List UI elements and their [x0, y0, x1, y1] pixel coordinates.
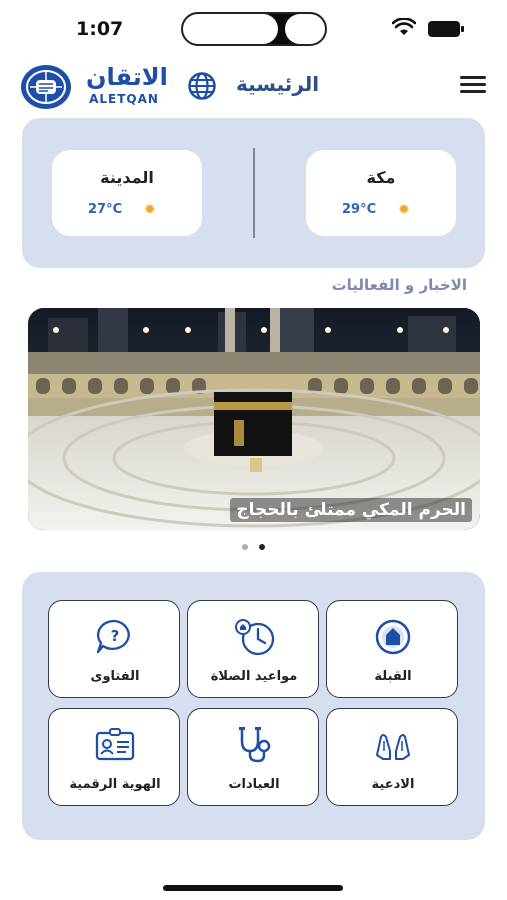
status-time: 1:07: [76, 18, 124, 40]
news-section-title: الاخبار و الفعاليات: [331, 276, 467, 294]
home-indicator[interactable]: [163, 885, 343, 891]
brand-logo: الاتقان ALETQAN: [86, 62, 168, 108]
services-panel: القبلة مواعيد الصلاة ? الفتاوى الادعية ا…: [22, 572, 485, 840]
app-header: الاتقان ALETQAN الرئيسية: [0, 56, 507, 116]
city-name: مكة: [366, 168, 396, 187]
svg-text:?: ?: [111, 627, 120, 645]
status-bar: 1:07: [0, 0, 507, 56]
fatwa-chat-icon: ?: [96, 619, 130, 654]
city-temperature: 27°C: [88, 202, 123, 217]
stethoscope-icon: [239, 727, 271, 763]
weather-panel: المدينة 27°C ✹ مكة 29°C ✹: [22, 118, 485, 268]
service-label: العيادات: [228, 777, 280, 792]
carousel-pagination[interactable]: [240, 544, 270, 552]
page-title: الرئيسية: [236, 72, 320, 96]
news-carousel[interactable]: الحرم المكي ممتلئ بالحجاج: [28, 308, 480, 530]
news-caption: الحرم المكي ممتلئ بالحجاج: [230, 498, 472, 522]
brand-arabic: الاتقان: [86, 63, 168, 91]
service-tile-digital-id[interactable]: الهوية الرقمية: [48, 708, 180, 806]
weather-card-makkah[interactable]: مكة 29°C ✹: [306, 150, 456, 236]
service-label: الادعية: [371, 777, 415, 792]
weather-card-madinah[interactable]: المدينة 27°C ✹: [52, 150, 202, 236]
pagination-dot[interactable]: [242, 544, 248, 550]
service-tile-qibla[interactable]: القبلة: [326, 600, 458, 698]
service-label: الفتاوى: [90, 669, 140, 684]
pagination-dot-active[interactable]: [259, 544, 265, 550]
news-image: [28, 308, 480, 530]
app-logo-icon: [21, 65, 71, 109]
service-label: الهوية الرقمية: [69, 777, 161, 792]
qibla-icon: [375, 619, 411, 655]
dynamic-island: [181, 12, 327, 46]
city-name: المدينة: [100, 168, 154, 187]
wifi-icon: [392, 18, 416, 35]
service-label: القبلة: [374, 669, 412, 684]
prayer-clock-icon: [235, 619, 275, 656]
praying-hands-icon: [376, 734, 410, 760]
city-temperature: 29°C: [342, 202, 377, 217]
service-label: مواعيد الصلاة: [210, 669, 298, 684]
hamburger-menu-icon[interactable]: [460, 76, 486, 96]
service-tile-clinics[interactable]: العيادات: [187, 708, 319, 806]
weather-divider: [253, 148, 255, 238]
island-pill-small: [285, 14, 325, 44]
brand-english: ALETQAN: [89, 92, 159, 106]
service-tile-prayer-times[interactable]: مواعيد الصلاة: [187, 600, 319, 698]
sun-icon: ✹: [398, 202, 410, 218]
island-pill: [183, 14, 278, 44]
globe-icon[interactable]: [186, 70, 218, 102]
service-tile-fatwa[interactable]: ? الفتاوى: [48, 600, 180, 698]
id-card-icon: [95, 728, 135, 761]
battery-icon: [428, 21, 464, 37]
service-tile-supplications[interactable]: الادعية: [326, 708, 458, 806]
sun-icon: ✹: [144, 202, 156, 218]
